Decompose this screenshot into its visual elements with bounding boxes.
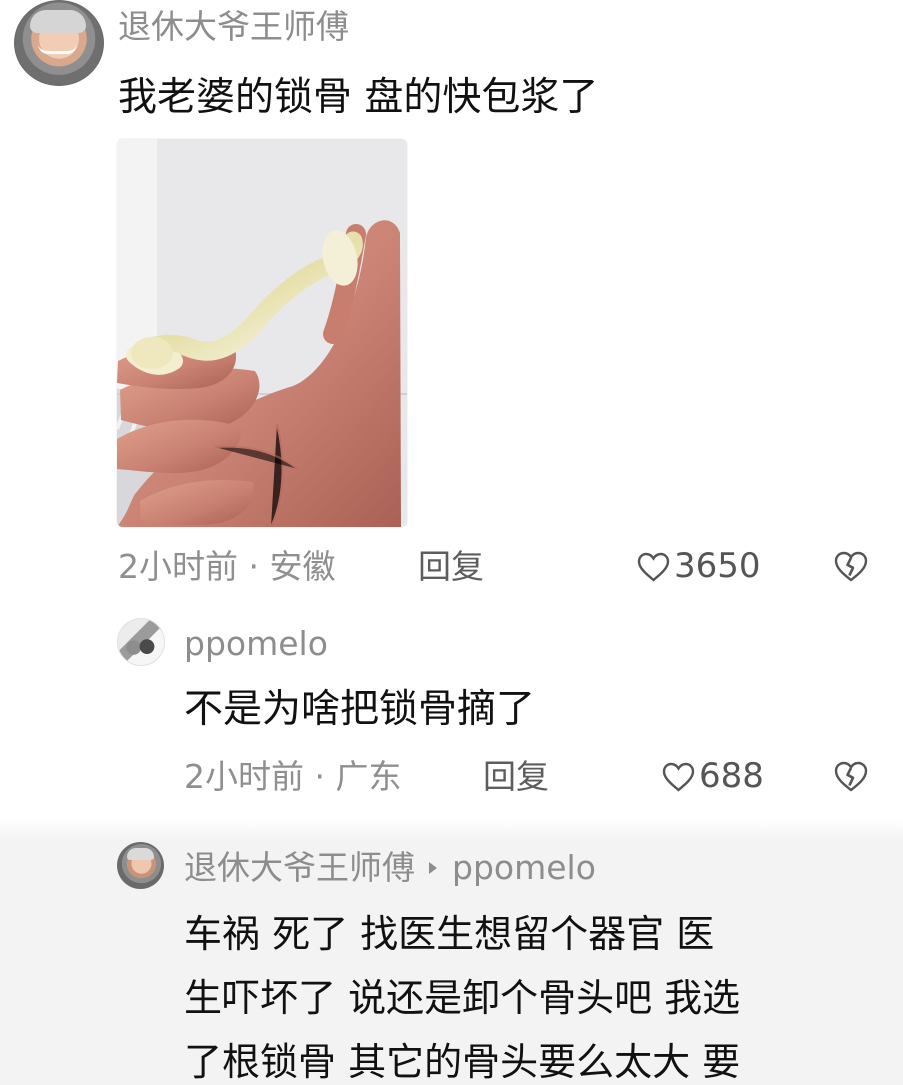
heart-icon: [662, 762, 695, 792]
like-button[interactable]: 3650: [636, 549, 761, 583]
comment-image[interactable]: [117, 139, 407, 527]
chevron-right-icon: [429, 861, 437, 874]
reply-to-username[interactable]: ppomelo: [452, 851, 596, 884]
reply-text: 不是为啥把锁骨摘了: [184, 687, 536, 732]
reply-text-line: 生吓坏了 说还是卸个骨头吧 我选: [184, 976, 741, 1020]
avatar[interactable]: [14, 0, 104, 86]
like-button[interactable]: 688: [661, 759, 764, 793]
heart-icon: [637, 552, 670, 582]
broken-heart-icon[interactable]: [833, 550, 869, 583]
long-reply-text: 车祸 死了 找医生想留个器官 医 生吓坏了 说还是卸个骨头吧 我选 了根锁骨 其…: [184, 915, 884, 1085]
like-count: 3650: [674, 546, 761, 586]
hand-holding-object-image: [117, 139, 407, 527]
reply-header: 退休大爷王师傅 ppomelo: [184, 851, 596, 884]
comment-thread: 退休大爷王师傅 我老婆的锁骨 盘的快包浆了 2小时前 · 安徽 回复 3650 …: [0, 0, 903, 1085]
like-count: 688: [699, 756, 764, 796]
reply-text-line: 了根锁骨 其它的骨头要么太大 要: [184, 1040, 741, 1084]
reply-button[interactable]: 回复: [418, 550, 484, 583]
avatar[interactable]: [117, 842, 164, 889]
comment-username[interactable]: 退休大爷王师傅: [118, 10, 349, 43]
reply-button[interactable]: 回复: [483, 760, 549, 793]
comment-text: 我老婆的锁骨 盘的快包浆了: [118, 75, 599, 120]
comment-meta: 2小时前 · 安徽: [118, 547, 336, 586]
reply-meta: 2小时前 · 广东: [184, 757, 402, 796]
reply-username[interactable]: ppomelo: [184, 627, 328, 660]
reply-text-line: 车祸 死了 找医生想留个器官 医: [184, 912, 715, 956]
broken-heart-icon[interactable]: [833, 760, 869, 793]
reply-username[interactable]: 退休大爷王师傅: [184, 851, 415, 884]
avatar[interactable]: [117, 618, 165, 666]
